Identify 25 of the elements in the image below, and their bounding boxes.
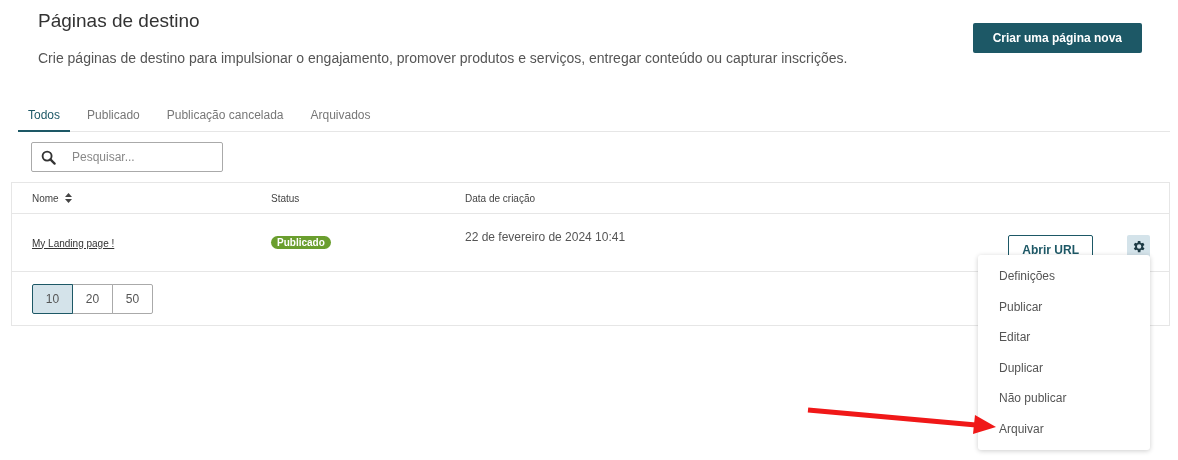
page-title: Páginas de destino: [38, 10, 201, 32]
status-badge: Publicado: [271, 236, 331, 249]
menu-item[interactable]: Duplicar: [999, 352, 1043, 383]
create-page-button[interactable]: Criar uma página nova: [972, 23, 1142, 53]
settings-icon: [1131, 239, 1146, 254]
filter-tab[interactable]: Todos: [18, 102, 71, 132]
menu-item[interactable]: Arquivar: [999, 413, 1044, 444]
search-field[interactable]: Pesquisar...: [31, 142, 223, 172]
page-size-button[interactable]: 10: [32, 284, 73, 314]
column-header: Status: [271, 192, 301, 204]
menu-item[interactable]: Editar: [999, 322, 1031, 353]
filter-tab[interactable]: Arquivados: [300, 102, 381, 132]
page-size-button[interactable]: 20: [72, 284, 113, 314]
page-description: Crie páginas de destino para impulsionar o engajamento, promover produtos e serviços, entregar conteúdo ou capturar inscrições.: [38, 50, 848, 66]
column-header: Data de criação: [465, 192, 537, 204]
page-name-link[interactable]: My Landing page !: [32, 237, 115, 249]
menu-item[interactable]: Publicar: [999, 291, 1043, 322]
filter-tab[interactable]: Publicação cancelada: [156, 102, 294, 132]
creation-date: 22 de fevereiro de 2024 10:41: [465, 230, 627, 244]
page-size-button[interactable]: 50: [112, 284, 153, 314]
menu-item[interactable]: Não publicar: [999, 383, 1067, 414]
filter-tab[interactable]: Publicado: [77, 102, 150, 132]
column-header[interactable]: Nome: [32, 192, 59, 204]
search-icon: [41, 150, 56, 165]
sort-icon[interactable]: [64, 193, 72, 203]
